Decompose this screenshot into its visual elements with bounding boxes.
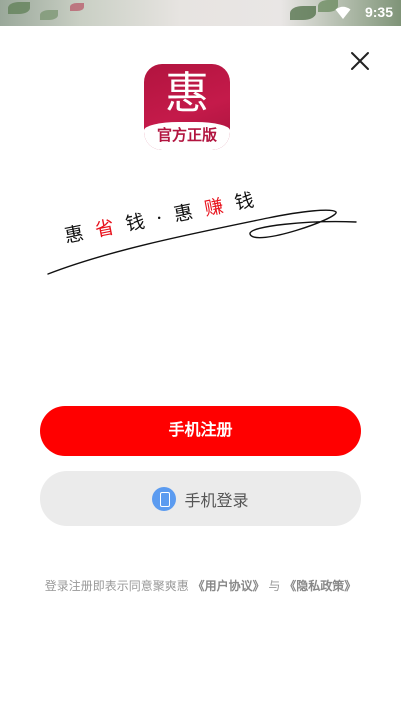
terms-text: 登录注册即表示同意聚爽惠 《用户协议》 与 《隐私政策》: [0, 577, 401, 594]
decorative-leaf: [8, 2, 30, 14]
close-icon: [351, 52, 369, 70]
logo-char: 惠: [165, 68, 209, 119]
decorative-leaf: [40, 10, 58, 20]
close-button[interactable]: [349, 50, 371, 72]
terms-and: 与: [268, 579, 281, 593]
login-label: 手机登录: [184, 490, 249, 510]
slogan-char-red: 省: [93, 215, 120, 242]
register-button[interactable]: 手机注册: [40, 406, 361, 456]
slogan: 惠 省 钱 · 惠 赚 钱: [40, 170, 370, 290]
login-button[interactable]: 手机登录: [40, 471, 361, 526]
status-time: 9:35: [364, 4, 393, 20]
decorative-flower: [70, 3, 84, 11]
slogan-char: 惠: [62, 221, 89, 248]
decorative-leaf: [290, 6, 316, 20]
wifi-icon: [335, 6, 351, 19]
status-bar: 9:35: [0, 0, 401, 26]
app-logo: 惠 官方正版: [144, 64, 230, 150]
slogan-char-red: 赚: [202, 194, 229, 221]
privacy-policy-link[interactable]: 《隐私政策》: [284, 579, 356, 593]
phone-icon: [152, 486, 177, 511]
logo-banner: 官方正版: [144, 122, 230, 150]
logo-banner-text: 官方正版: [156, 126, 217, 144]
slogan-char: 钱: [232, 188, 259, 215]
terms-prefix: 登录注册即表示同意聚爽惠: [44, 579, 189, 593]
user-agreement-link[interactable]: 《用户协议》: [193, 579, 265, 593]
